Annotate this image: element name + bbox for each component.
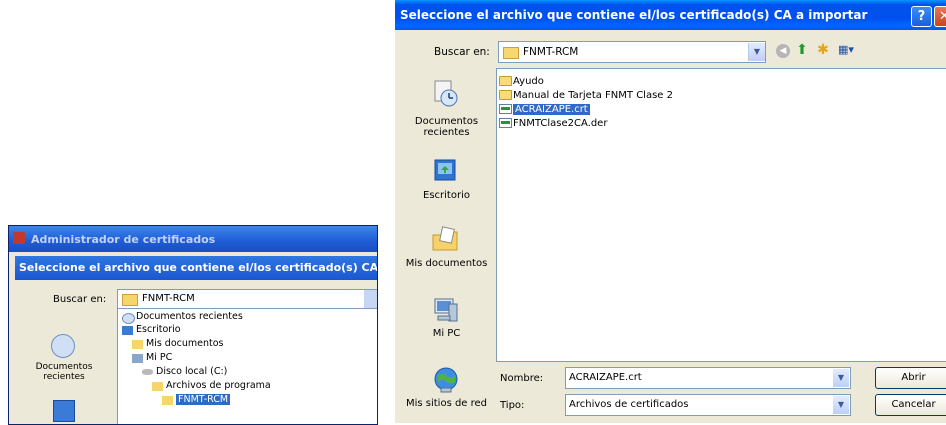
- folder-icon: [499, 76, 512, 86]
- places-bar: Documentos recientes Escritorio Mis docu…: [400, 68, 493, 423]
- file-name: Ayudo: [513, 76, 544, 87]
- file-name: Manual de Tarjeta FNMT Clase 2: [513, 90, 673, 101]
- background-window-titlebar: Administrador de certificados: [9, 226, 377, 252]
- folder-icon: [122, 294, 138, 306]
- view-menu-icon[interactable]: ▦▾: [838, 43, 864, 57]
- back-icon[interactable]: ◀: [776, 44, 790, 58]
- my-computer-icon: [434, 298, 458, 322]
- chevron-down-icon[interactable]: ▼: [833, 369, 849, 387]
- background-look-in-dropdown: Documentos recientes Escritorio Mis docu…: [117, 308, 377, 424]
- recent-documents-icon: [434, 80, 458, 107]
- file-list[interactable]: Ayudo Manual de Tarjeta FNMT Clase 2 ACR…: [496, 68, 946, 362]
- folder-icon: [152, 382, 163, 391]
- desktop-icon[interactable]: [53, 400, 75, 422]
- place-my-computer-label: Mi PC: [432, 328, 461, 339]
- file-name-value: ACRAIZAPE.crt: [569, 372, 642, 383]
- dropdown-item[interactable]: Mis documentos: [132, 338, 224, 349]
- place-recent-documents-label: Documentos recientes: [414, 116, 479, 138]
- place-network-places[interactable]: Mis sitios de red: [400, 364, 493, 423]
- file-type-value: Archivos de certificados: [569, 399, 689, 410]
- cancel-button[interactable]: Cancelar: [875, 394, 946, 416]
- open-file-dialog: Seleccione el archivo que contiene el/lo…: [395, 0, 946, 423]
- local-disk-icon: [142, 369, 153, 375]
- my-documents-icon: [432, 226, 458, 251]
- file-name: ACRAIZAPE.crt: [513, 104, 590, 115]
- dropdown-item[interactable]: Escritorio: [122, 324, 181, 335]
- place-my-documents[interactable]: Mis documentos: [400, 224, 493, 284]
- list-item[interactable]: Ayudo: [499, 75, 544, 88]
- background-window-title: Administrador de certificados: [31, 233, 216, 246]
- file-name-combo[interactable]: ACRAIZAPE.crt ▼: [565, 367, 851, 389]
- place-desktop-label: Escritorio: [423, 190, 470, 201]
- place-my-computer[interactable]: Mi PC: [400, 294, 493, 354]
- chevron-down-icon[interactable]: ▼: [833, 396, 849, 414]
- network-places-icon: [434, 367, 458, 393]
- look-in-label: Buscar en:: [434, 46, 490, 58]
- dropdown-item[interactable]: Documentos recientes: [122, 311, 243, 324]
- up-folder-icon[interactable]: ⬆: [794, 42, 810, 58]
- background-places-bar: Documentos recientes: [29, 320, 99, 424]
- dialog-titlebar: Seleccione el archivo que contiene el/lo…: [395, 0, 946, 30]
- help-button[interactable]: ?: [911, 6, 932, 27]
- recent-documents-icon[interactable]: [51, 334, 75, 358]
- my-computer-icon: [132, 354, 143, 363]
- background-place-recent-label: Documentos recientes: [35, 362, 93, 382]
- dropdown-item[interactable]: FNMT-RCM: [162, 394, 231, 405]
- background-look-in-combo[interactable]: FNMT-RCM: [117, 289, 377, 309]
- place-desktop[interactable]: Escritorio: [400, 156, 493, 216]
- chevron-down-icon[interactable]: [364, 290, 377, 308]
- new-folder-icon[interactable]: ✱: [814, 42, 832, 58]
- background-dialog-title: Seleccione el archivo que contiene el/lo…: [19, 261, 378, 274]
- dialog-title: Seleccione el archivo que contiene el/lo…: [400, 8, 868, 22]
- my-documents-icon: [132, 340, 143, 349]
- folder-icon: [162, 396, 173, 405]
- certificate-file-icon: [499, 118, 512, 128]
- desktop-icon: [122, 326, 133, 335]
- list-item-selected[interactable]: ACRAIZAPE.crt: [499, 103, 590, 116]
- dropdown-item[interactable]: Archivos de programa: [152, 380, 271, 391]
- place-recent-documents[interactable]: Documentos recientes: [400, 76, 493, 142]
- folder-icon: [499, 90, 512, 100]
- certificate-manager-icon: [13, 232, 25, 244]
- look-in-combo[interactable]: FNMT-RCM ▼: [498, 41, 766, 63]
- list-item[interactable]: Manual de Tarjeta FNMT Clase 2: [499, 89, 673, 102]
- dropdown-item[interactable]: Mi PC: [132, 352, 172, 363]
- background-look-in-value: FNMT-RCM: [142, 293, 195, 304]
- background-dialog-titlebar: Seleccione el archivo que contiene el/lo…: [15, 256, 377, 280]
- place-network-places-label: Mis sitios de red: [405, 398, 488, 409]
- folder-icon: [503, 47, 519, 59]
- close-button[interactable]: ✕: [934, 6, 946, 27]
- file-type-combo[interactable]: Archivos de certificados ▼: [565, 394, 851, 416]
- look-in-value: FNMT-RCM: [523, 46, 579, 58]
- certificate-file-icon: [499, 104, 512, 114]
- background-dialog-body: Buscar en: FNMT-RCM Documentos recientes…: [15, 280, 377, 424]
- chevron-down-icon[interactable]: ▼: [748, 43, 765, 61]
- open-button[interactable]: Abrir: [875, 367, 946, 389]
- place-my-documents-label: Mis documentos: [405, 258, 488, 269]
- list-item[interactable]: FNMTClase2CA.der: [499, 117, 607, 130]
- file-name-label: Nombre:: [500, 373, 544, 384]
- background-look-in-label: Buscar en:: [53, 294, 107, 305]
- background-dialog: Administrador de certificados Seleccione…: [8, 225, 378, 425]
- file-name: FNMTClase2CA.der: [513, 118, 608, 129]
- dropdown-item[interactable]: Disco local (C:): [142, 366, 227, 377]
- recent-documents-icon: [122, 313, 135, 324]
- file-type-label: Tipo:: [500, 400, 525, 411]
- desktop-icon: [434, 159, 456, 181]
